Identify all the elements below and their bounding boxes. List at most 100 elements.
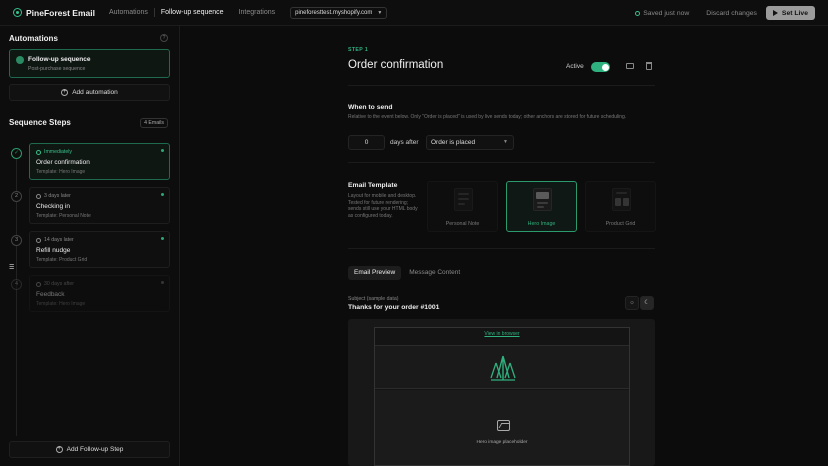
step-card-feedback[interactable]: 30 days after Feedback Template: Hero Im… — [29, 275, 170, 312]
nav-separator — [153, 8, 155, 17]
add-automation-button[interactable]: + Add automation — [9, 84, 170, 101]
nav-integrations[interactable]: Integrations — [239, 9, 276, 16]
step-template: Template: Personal Note — [36, 213, 91, 219]
tab-message-content[interactable]: Message Content — [403, 266, 466, 280]
personal-note-thumbnail — [454, 188, 473, 211]
brand-name: PineForest Email — [26, 7, 95, 18]
step-template: Template: Hero Image — [36, 301, 86, 307]
step-when: 14 days later — [36, 237, 74, 243]
saved-text: Saved just now — [643, 9, 690, 17]
template-personal-note[interactable]: Personal Note — [427, 181, 498, 232]
hero-image-thumbnail — [533, 188, 552, 211]
preview-tabs: Email Preview Message Content — [348, 266, 468, 280]
sequence-steps-title: Sequence Steps — [9, 118, 71, 127]
pine-logo-icon — [13, 8, 22, 17]
hero-placeholder-text: Hero image placeholder — [476, 440, 528, 445]
save-status: Saved just now — [635, 10, 689, 17]
divider — [348, 248, 655, 249]
automation-subtitle: Post-purchase sequence — [28, 66, 86, 72]
breadcrumb-nav: Automations Follow-up sequence Integrati… — [109, 8, 290, 17]
email-preview-pane: View in browser Hero image placeholder — [348, 319, 655, 466]
chevron-down-icon: ▼ — [377, 9, 383, 16]
light-mode-icon[interactable]: ☼ — [625, 296, 639, 310]
plus-circle-icon: + — [61, 89, 69, 96]
subject-label: Subject (sample data) — [348, 296, 399, 302]
step-template: Template: Product Grid — [36, 257, 88, 263]
status-dot — [161, 281, 164, 284]
hero-image-area: Hero image placeholder — [375, 390, 629, 465]
drag-handle-icon[interactable]: ☰ — [9, 264, 19, 273]
page-title: Order confirmation — [348, 59, 444, 71]
clock-icon — [36, 237, 41, 243]
emails-count-badge: 4 Emails — [140, 118, 168, 128]
pine-trees-logo-icon — [490, 355, 516, 381]
discard-changes-button[interactable]: Discard changes — [706, 10, 757, 17]
main-panel: STEP 1 Order confirmation Active When to… — [181, 26, 828, 466]
step-template: Template: Hero Image — [36, 169, 86, 175]
automations-title: Automations — [9, 34, 58, 43]
automation-icon — [16, 56, 24, 64]
add-step-label: Add Follow-up Step — [66, 446, 124, 453]
store-selector[interactable]: pineforesttest.myshopify.com ▼ — [290, 6, 388, 19]
when-to-send-description: Relative to the event below. Only "Order… — [348, 114, 627, 120]
dark-mode-icon[interactable]: ☾ — [640, 296, 654, 310]
set-live-button[interactable]: Set Live — [765, 6, 815, 20]
divider — [348, 85, 655, 86]
step-card-checking-in[interactable]: 3 days later Checking in Template: Perso… — [29, 187, 170, 224]
chevron-down-icon: ▼ — [503, 139, 508, 145]
image-placeholder-icon — [497, 420, 510, 431]
plus-circle-icon: + — [55, 446, 63, 453]
step-node-2: 2 — [11, 191, 22, 202]
step-node-1: ✓ — [11, 148, 22, 159]
step-card-order-confirmation[interactable]: Immediately Order confirmation Template:… — [29, 143, 170, 180]
step-name: Feedback — [36, 291, 65, 298]
template-hero-image[interactable]: Hero Image — [506, 181, 577, 232]
status-dot — [161, 149, 164, 152]
clock-icon — [36, 281, 41, 287]
template-product-grid[interactable]: Product Grid — [585, 181, 656, 232]
nav-follow-up-sequence[interactable]: Follow-up sequence — [161, 9, 224, 16]
view-in-browser-link[interactable]: View in browser — [375, 331, 629, 337]
divider — [348, 162, 655, 163]
active-toggle[interactable] — [591, 62, 610, 72]
event-select-value: Order is placed — [431, 139, 476, 146]
step-label: STEP 1 — [348, 47, 369, 53]
play-icon — [772, 10, 778, 16]
template-label: Personal Note — [445, 221, 480, 227]
saved-check-icon — [635, 10, 641, 16]
automation-title: Follow-up sequence — [28, 56, 91, 63]
top-actions: Saved just now Discard changes Set Live — [635, 6, 815, 20]
event-select[interactable]: Order is placed ▼ — [426, 135, 514, 150]
step-when: 3 days later — [36, 193, 71, 199]
brand[interactable]: PineForest Email — [13, 8, 95, 18]
when-to-send-title: When to send — [348, 104, 393, 111]
help-icon[interactable]: ? — [160, 34, 168, 42]
status-dot — [161, 193, 164, 196]
clock-icon — [36, 193, 41, 199]
tab-email-preview[interactable]: Email Preview — [348, 266, 402, 280]
clock-icon — [36, 149, 41, 155]
step-node-4: 4 — [11, 279, 22, 290]
send-test-mail-icon[interactable] — [626, 63, 634, 69]
email-template-description: Layout for mobile and desktop. Tested fo… — [348, 193, 418, 219]
step-name: Checking in — [36, 203, 70, 210]
days-input[interactable]: 0 — [348, 135, 385, 150]
set-live-label: Set Live — [781, 9, 808, 17]
add-follow-up-step-button[interactable]: + Add Follow-up Step — [9, 441, 170, 458]
sidebar: Automations ? Follow-up sequence Post-pu… — [0, 26, 180, 466]
step-name: Order confirmation — [36, 159, 90, 166]
template-label: Hero Image — [527, 221, 556, 227]
trash-icon[interactable] — [646, 62, 652, 70]
email-render: View in browser Hero image placeholder — [374, 327, 630, 466]
email-header — [375, 345, 629, 389]
step-name: Refill nudge — [36, 247, 71, 254]
days-after-label: days after — [390, 139, 419, 146]
subject-line: Thanks for your order #1001 — [348, 304, 440, 311]
active-label: Active — [566, 63, 584, 70]
step-card-refill-nudge[interactable]: 14 days later Refill nudge Template: Pro… — [29, 231, 170, 268]
automation-card[interactable]: Follow-up sequence Post-purchase sequenc… — [9, 49, 170, 78]
store-name: pineforesttest.myshopify.com — [295, 9, 373, 16]
nav-automations[interactable]: Automations — [109, 9, 148, 16]
add-automation-label: Add automation — [72, 89, 118, 96]
template-label: Product Grid — [605, 221, 636, 227]
